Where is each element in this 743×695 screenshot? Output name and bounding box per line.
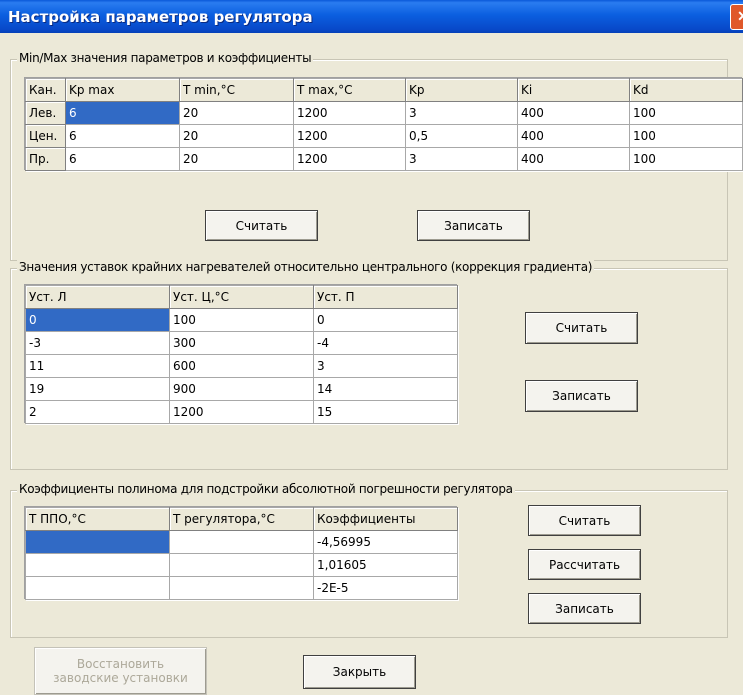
table-row: 2 1200 15 xyxy=(25,400,458,424)
table-cell[interactable]: 6 xyxy=(65,124,180,148)
gradient-read-button[interactable]: Считать xyxy=(525,312,638,344)
table-cell[interactable]: 11 xyxy=(25,354,170,378)
table-cell[interactable]: 14 xyxy=(313,377,458,401)
row-header: Цен. xyxy=(25,124,66,148)
close-icon[interactable]: ✕ xyxy=(730,4,743,30)
table-cell[interactable]: 300 xyxy=(169,331,314,355)
title-bar: Настройка параметров регулятора ✕ xyxy=(0,0,743,33)
table-cell[interactable]: 100 xyxy=(629,124,743,148)
table-cell[interactable] xyxy=(25,530,170,554)
table-cell[interactable] xyxy=(169,576,314,600)
polynomial-write-button[interactable]: Записать xyxy=(528,593,641,624)
column-header: Kd xyxy=(629,78,743,102)
table-cell[interactable] xyxy=(25,576,170,600)
table-row: Пр. 6 20 1200 3 400 100 xyxy=(25,147,743,171)
table-cell[interactable]: 0 xyxy=(313,308,458,332)
polynomial-read-button[interactable]: Считать xyxy=(528,505,641,536)
gradient-setpoints-caption: Значения уставок крайних нагревателей от… xyxy=(17,260,595,274)
table-cell[interactable]: 1200 xyxy=(293,124,406,148)
table-cell[interactable]: 100 xyxy=(169,308,314,332)
table-header-row: Уст. Л Уст. Ц,°С Уст. П xyxy=(25,285,458,309)
table-cell[interactable]: 400 xyxy=(517,101,630,125)
table-row: 1,01605 xyxy=(25,553,458,577)
column-header: Уст. П xyxy=(313,285,458,309)
table-header-row: Кан. Kp max T min,°C T max,°C Kp Ki Kd xyxy=(25,78,743,102)
column-header: Уст. Л xyxy=(25,285,170,309)
table-cell[interactable]: 2 xyxy=(25,400,170,424)
row-header: Пр. xyxy=(25,147,66,171)
table-cell[interactable]: 1,01605 xyxy=(313,553,458,577)
gradient-write-button[interactable]: Записать xyxy=(525,380,638,412)
table-cell[interactable]: 0,5 xyxy=(405,124,518,148)
column-header: Уст. Ц,°С xyxy=(169,285,314,309)
table-cell[interactable]: 1200 xyxy=(169,400,314,424)
table-cell[interactable]: 20 xyxy=(179,101,294,125)
table-cell[interactable]: -3 xyxy=(25,331,170,355)
table-header-row: Т ППО,°С Т регулятора,°С Коэффициенты xyxy=(25,507,458,531)
minmax-write-button[interactable]: Записать xyxy=(417,210,530,241)
table-cell[interactable]: 400 xyxy=(517,147,630,171)
close-button[interactable]: Закрыть xyxy=(303,655,416,689)
column-header: Т регулятора,°С xyxy=(169,507,314,531)
table-cell[interactable] xyxy=(169,530,314,554)
table-cell[interactable]: 100 xyxy=(629,147,743,171)
table-cell[interactable]: 100 xyxy=(629,101,743,125)
column-header: Ki xyxy=(517,78,630,102)
column-header: Коэффициенты xyxy=(313,507,458,531)
table-cell[interactable]: 19 xyxy=(25,377,170,401)
table-row: -3 300 -4 xyxy=(25,331,458,355)
column-header: T min,°C xyxy=(179,78,294,102)
table-row: 0 100 0 xyxy=(25,308,458,332)
table-cell[interactable]: -4 xyxy=(313,331,458,355)
table-cell[interactable]: 1200 xyxy=(293,147,406,171)
restore-defaults-line2: заводские установки xyxy=(53,671,188,685)
row-header: Лев. xyxy=(25,101,66,125)
table-cell[interactable] xyxy=(169,553,314,577)
minmax-read-button[interactable]: Считать xyxy=(205,210,318,241)
table-cell[interactable]: 6 xyxy=(65,147,180,171)
table-cell[interactable]: 15 xyxy=(313,400,458,424)
column-header: T max,°C xyxy=(293,78,406,102)
table-cell[interactable]: 0 xyxy=(25,308,170,332)
column-header: Т ППО,°С xyxy=(25,507,170,531)
table-cell[interactable]: 20 xyxy=(179,124,294,148)
table-cell[interactable] xyxy=(25,553,170,577)
minmax-params-table[interactable]: Кан. Kp max T min,°C T max,°C Kp Ki Kd Л… xyxy=(25,78,743,171)
table-row: -4,56995 xyxy=(25,530,458,554)
table-row: Цен. 6 20 1200 0,5 400 100 xyxy=(25,124,743,148)
window-title: Настройка параметров регулятора xyxy=(8,8,313,26)
table-cell[interactable]: -4,56995 xyxy=(313,530,458,554)
table-cell[interactable]: 900 xyxy=(169,377,314,401)
gradient-setpoints-table[interactable]: Уст. Л Уст. Ц,°С Уст. П 0 100 0 -3 300 -… xyxy=(25,285,458,424)
table-cell[interactable]: 1200 xyxy=(293,101,406,125)
table-cell[interactable]: 20 xyxy=(179,147,294,171)
table-cell[interactable]: 400 xyxy=(517,124,630,148)
polynomial-coeffs-caption: Коэффициенты полинома для подстройки абс… xyxy=(17,482,515,496)
column-header: Kp xyxy=(405,78,518,102)
table-cell[interactable]: 3 xyxy=(313,354,458,378)
table-cell[interactable]: 6 xyxy=(65,101,180,125)
minmax-params-caption: Min/Max значения параметров и коэффициен… xyxy=(17,51,314,65)
table-cell[interactable]: 3 xyxy=(405,101,518,125)
column-header: Кан. xyxy=(25,78,66,102)
restore-defaults-line1: Восстановить xyxy=(76,657,165,671)
table-cell[interactable]: 600 xyxy=(169,354,314,378)
polynomial-coeffs-table[interactable]: Т ППО,°С Т регулятора,°С Коэффициенты -4… xyxy=(25,507,458,600)
restore-defaults-button[interactable]: Восстановить заводские установки xyxy=(34,647,207,695)
table-row: 11 600 3 xyxy=(25,354,458,378)
table-cell[interactable]: 3 xyxy=(405,147,518,171)
table-row: -2E-5 xyxy=(25,576,458,600)
column-header: Kp max xyxy=(65,78,180,102)
table-cell[interactable]: -2E-5 xyxy=(313,576,458,600)
table-row: Лев. 6 20 1200 3 400 100 xyxy=(25,101,743,125)
table-row: 19 900 14 xyxy=(25,377,458,401)
polynomial-calculate-button[interactable]: Рассчитать xyxy=(528,549,641,580)
